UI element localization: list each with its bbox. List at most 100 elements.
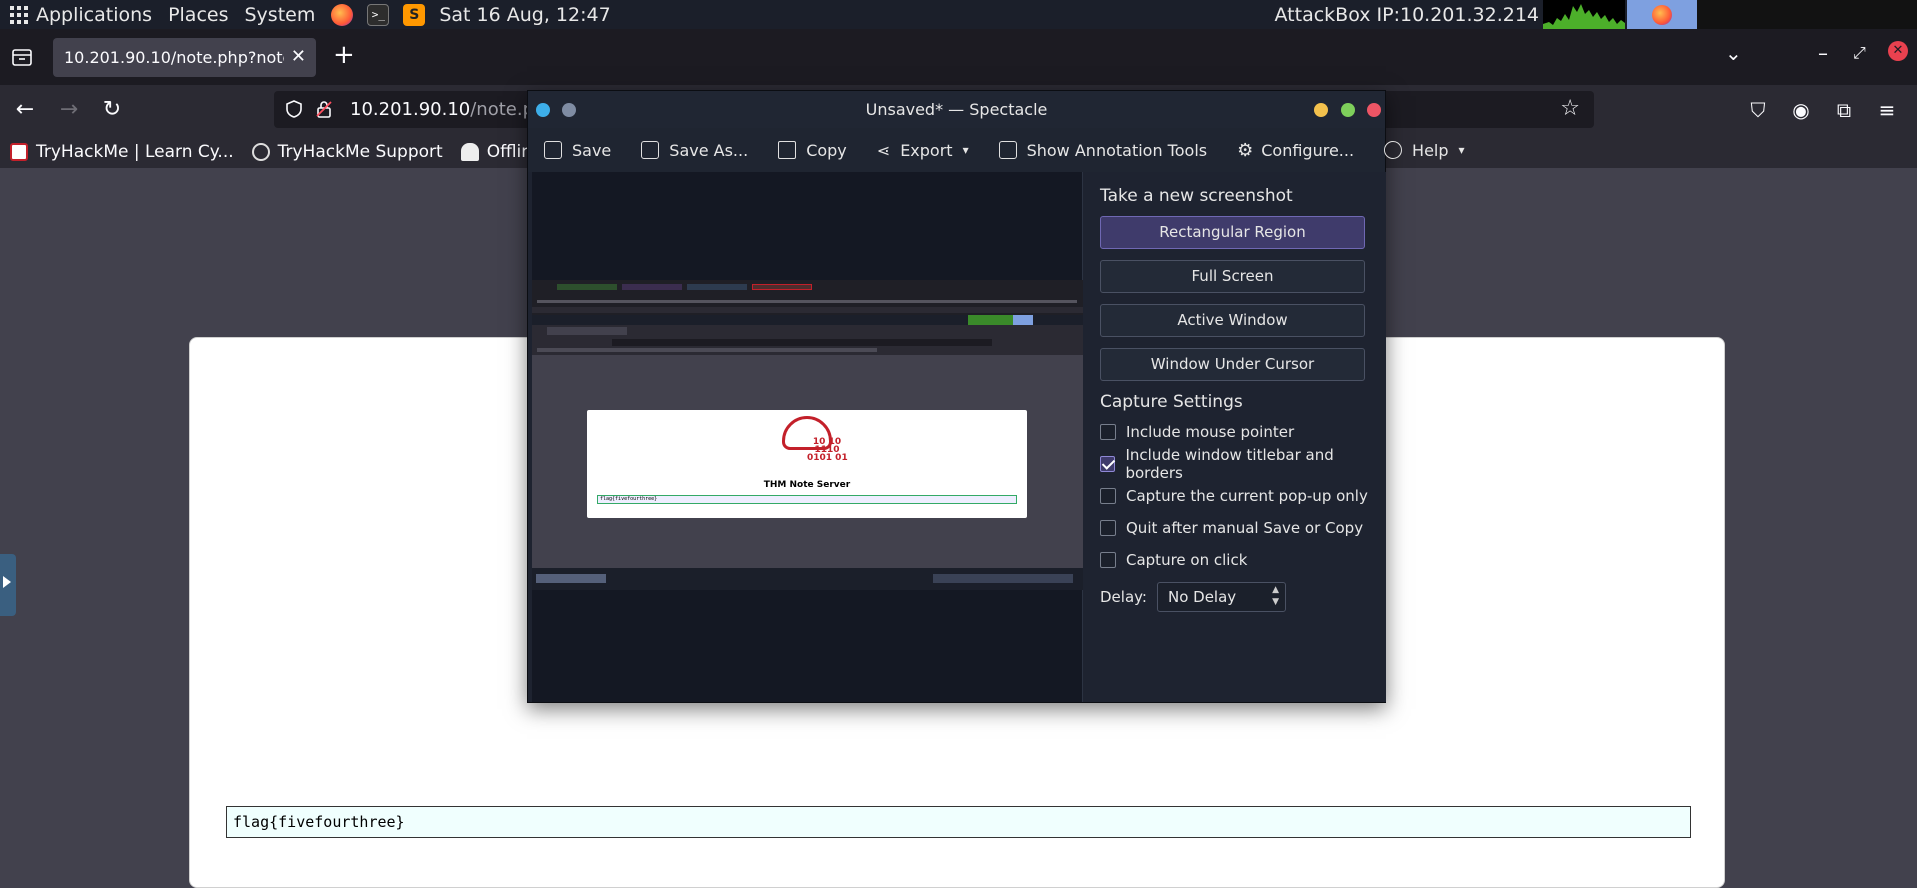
browser-tab-strip: 10.201.90.10/note.php?note ✕ + ⌄ – ⤢ ✕ (0, 29, 1917, 85)
thumbnail-logo-digits: 10 10 1110 0101 01 (807, 437, 848, 463)
attackbox-ip-label: AttackBox IP:10.201.32.214 (1274, 3, 1539, 26)
screenshot-preview[interactable]: 10 10 1110 0101 01 THM Note Server flag{… (532, 172, 1083, 702)
rectangular-region-button[interactable]: Rectangular Region (1100, 216, 1365, 249)
capture-on-click-option[interactable]: Capture on click (1100, 544, 1386, 576)
new-tab-button[interactable]: + (333, 42, 355, 68)
share-icon: ⋖ (876, 140, 891, 160)
checkbox-checked[interactable] (1100, 456, 1116, 472)
apps-grid-icon[interactable] (10, 5, 28, 24)
copy-button[interactable]: Copy (778, 141, 847, 160)
close-button[interactable] (1367, 103, 1381, 117)
firefox-icon (1652, 4, 1672, 25)
option-label: Include window titlebar and borders (1125, 446, 1334, 482)
menu-icon[interactable]: ≡ (1874, 97, 1900, 123)
checkbox[interactable] (1100, 552, 1116, 568)
restore-icon[interactable]: ⤢ (1853, 43, 1866, 63)
chef-hat-icon (460, 142, 479, 161)
spectacle-title: Unsaved* — Spectacle (865, 100, 1048, 119)
window-under-cursor-button[interactable]: Window Under Cursor (1100, 348, 1365, 381)
firefox-launcher-icon[interactable] (331, 3, 354, 26)
app-menu-icon[interactable] (536, 103, 550, 117)
quit-after-save-option[interactable]: Quit after manual Save or Copy (1100, 512, 1386, 544)
bookmark-tryhackme[interactable]: TryHackMe | Learn Cy... (10, 142, 234, 162)
thumbnail-navbar (532, 325, 1083, 355)
minimize-button[interactable] (1314, 103, 1328, 117)
annotation-label: Show Annotation Tools (1026, 140, 1208, 160)
cpu-graph (1543, 0, 1625, 29)
minimize-icon[interactable]: – (1818, 41, 1828, 65)
shield-icon[interactable] (284, 99, 304, 119)
chevron-down-icon: ▾ (962, 143, 969, 157)
panel-clock[interactable]: Sat 16 Aug, 12:47 (439, 4, 610, 26)
sublime-launcher-icon[interactable]: S (403, 3, 426, 26)
spectacle-body: 10 10 1110 0101 01 THM Note Server flag{… (528, 172, 1386, 702)
side-panel-handle[interactable] (0, 554, 16, 616)
bookmark-tryhackme-support[interactable]: TryHackMe Support (251, 141, 443, 162)
export-button[interactable]: ⋖ Export ▾ (877, 141, 969, 160)
tab-note[interactable]: 10.201.90.10/note.php?note ✕ (53, 38, 316, 77)
window-close-icon[interactable]: ✕ (1888, 41, 1908, 61)
capture-settings-panel: Take a new screenshot Rectangular Region… (1084, 172, 1386, 702)
tryhackme-icon (10, 142, 28, 161)
delay-value: No Delay (1167, 588, 1237, 606)
applications-menu[interactable]: Applications (36, 4, 152, 26)
tab-title: 10.201.90.10/note.php?note (64, 48, 284, 67)
help-icon (1384, 141, 1403, 159)
reload-icon[interactable]: ↻ (97, 95, 127, 125)
help-button[interactable]: Help ▾ (1384, 141, 1465, 160)
top-panel: Applications Places System >_ S Sat 16 A… (0, 0, 1917, 29)
include-titlebar-option[interactable]: Include window titlebar and borders (1100, 446, 1386, 482)
insecure-lock-icon[interactable] (314, 99, 334, 119)
firefox-task-button[interactable] (1627, 0, 1697, 29)
spectacle-window: Unsaved* — Spectacle Save Save As... Cop… (527, 90, 1465, 703)
pocket-icon[interactable]: ⛉ (1745, 97, 1771, 123)
flag-input[interactable]: flag{fivefourthree} (226, 806, 1691, 838)
maximize-button[interactable] (1341, 103, 1355, 117)
back-icon[interactable]: ← (10, 95, 40, 125)
preview-thumbnail: 10 10 1110 0101 01 THM Note Server flag{… (532, 280, 1083, 590)
system-menu[interactable]: System (244, 4, 315, 26)
forward-icon[interactable]: → (54, 95, 84, 125)
chevron-down-icon: ▾ (1458, 143, 1465, 157)
annotation-tools-button[interactable]: Show Annotation Tools (998, 140, 1208, 160)
image-icon (998, 141, 1017, 159)
account-icon[interactable]: ◉ (1788, 97, 1814, 123)
option-label: Capture on click (1126, 551, 1248, 569)
list-all-tabs-icon[interactable]: ⌄ (1725, 41, 1742, 65)
save-icon (544, 141, 562, 159)
checkbox[interactable] (1100, 424, 1116, 440)
url-text: 10.201.90.10/note.ph (350, 99, 545, 120)
bookmark-label: TryHackMe | Learn Cy... (36, 141, 234, 162)
include-mouse-pointer-option[interactable]: Include mouse pointer (1100, 416, 1386, 448)
configure-button[interactable]: ⚙ Configure... (1237, 140, 1354, 161)
thumbnail-flag-input: flag{fivefourthree} (597, 495, 1017, 504)
save-as-label: Save As... (669, 140, 749, 160)
save-as-button[interactable]: Save As... (641, 141, 748, 160)
bookmark-star-icon[interactable]: ☆ (1560, 96, 1580, 121)
active-window-button[interactable]: Active Window (1100, 304, 1365, 337)
option-label: Include mouse pointer (1126, 423, 1295, 441)
checkbox[interactable] (1100, 520, 1116, 536)
spectacle-titlebar[interactable]: Unsaved* — Spectacle (528, 91, 1385, 128)
delay-row: Delay: No Delay ▲ ▼ (1100, 582, 1386, 612)
terminal-launcher-icon[interactable]: >_ (367, 3, 390, 26)
close-icon[interactable]: ✕ (291, 46, 306, 67)
extensions-icon[interactable]: ⧉ (1831, 97, 1857, 123)
copy-icon (778, 141, 797, 159)
export-label: Export (900, 140, 953, 160)
places-menu[interactable]: Places (168, 4, 228, 26)
thumbnail-taskbar (532, 568, 1083, 590)
gear-icon: ⚙ (1237, 139, 1254, 161)
full-screen-button[interactable]: Full Screen (1100, 260, 1365, 293)
checkbox[interactable] (1100, 488, 1116, 504)
bookmark-label: TryHackMe Support (277, 141, 443, 162)
save-button[interactable]: Save (544, 141, 611, 160)
spin-arrows-icon[interactable]: ▲ ▼ (1272, 584, 1279, 608)
pin-icon[interactable] (562, 103, 576, 117)
tab-overview-icon[interactable] (10, 46, 34, 68)
spectacle-toolbar: Save Save As... Copy ⋖ Export ▾ Show Ann… (528, 128, 1465, 172)
thumbnail-panel (532, 315, 1083, 325)
delay-spinbox[interactable]: No Delay ▲ ▼ (1156, 582, 1286, 612)
capture-popup-option[interactable]: Capture the current pop-up only (1100, 480, 1386, 512)
copy-label: Copy (806, 140, 847, 160)
